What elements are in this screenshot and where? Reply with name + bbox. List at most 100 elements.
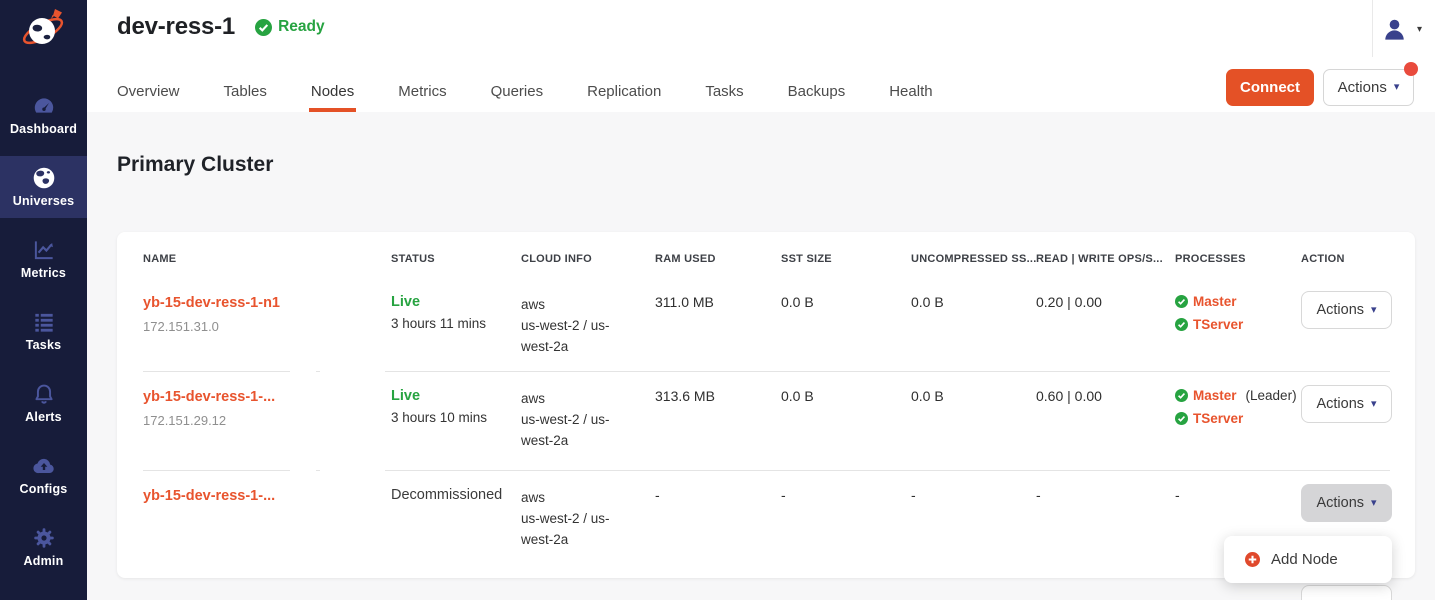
read-write-ops-value: - <box>1036 487 1175 503</box>
process-master-link[interactable]: Master <box>1193 388 1237 403</box>
sidebar-item-universes[interactable]: Universes <box>0 156 87 218</box>
node-name-link[interactable]: yb-15-dev-ress-1-... <box>143 488 275 504</box>
nodes-page: Primary Cluster NAME STATUS CLOUD INFO R… <box>87 112 1435 600</box>
column-header-action: ACTION <box>1301 253 1390 265</box>
universe-actions-button[interactable]: Actions ▾ <box>1323 69 1414 106</box>
node-actions-dropdown: Add Node <box>1224 536 1392 583</box>
sidebar-item-dashboard[interactable]: Dashboard <box>0 84 87 146</box>
dropdown-item-add-node[interactable]: Add Node <box>1224 551 1392 568</box>
ram-used-value: 311.0 MB <box>655 294 781 310</box>
tab-queries[interactable]: Queries <box>491 70 544 112</box>
tab-tasks[interactable]: Tasks <box>705 70 743 112</box>
header-divider <box>1372 0 1373 57</box>
tab-overview[interactable]: Overview <box>117 70 180 112</box>
chevron-down-icon: ▾ <box>1371 399 1377 410</box>
cloud-zone: us-west-2 / us-west-2a <box>521 409 629 451</box>
notification-dot <box>1404 62 1418 76</box>
node-actions-label: Actions <box>1316 495 1364 511</box>
table-row: yb-15-dev-ress-1-n1 172.151.31.0 Live 3 … <box>117 278 1415 371</box>
node-actions-button[interactable]: Actions ▾ <box>1301 291 1392 329</box>
column-header-processes: PROCESSES <box>1175 253 1301 265</box>
section-title: Primary Cluster <box>117 153 273 177</box>
tab-metrics[interactable]: Metrics <box>398 70 446 112</box>
sidebar-item-label: Dashboard <box>0 122 87 136</box>
page-title: dev-ress-1 <box>117 13 235 41</box>
sidebar-item-alerts[interactable]: Alerts <box>0 372 87 434</box>
cloud-provider: aws <box>521 294 655 315</box>
table-row: yb-15-dev-ress-1-... Decommissioned aws … <box>117 471 1415 576</box>
process-master-link[interactable]: Master <box>1193 294 1237 309</box>
node-status: Live <box>391 294 521 310</box>
gear-icon <box>31 525 57 551</box>
sst-size-value: 0.0 B <box>781 294 911 310</box>
chart-icon <box>31 237 57 263</box>
node-ip: 172.151.31.0 <box>143 319 391 334</box>
process-tserver-link[interactable]: TServer <box>1193 411 1243 426</box>
ram-used-value: 313.6 MB <box>655 388 781 404</box>
bell-icon <box>31 381 57 407</box>
sidebar-item-label: Alerts <box>0 410 87 424</box>
sidebar-item-tasks[interactable]: Tasks <box>0 300 87 362</box>
node-ip: 172.151.29.12 <box>143 413 391 428</box>
column-header-status: STATUS <box>391 253 521 265</box>
sidebar-item-label: Admin <box>0 554 87 568</box>
cloud-provider: aws <box>521 487 655 508</box>
node-actions-button-open[interactable]: Actions ▾ <box>1301 484 1392 522</box>
sidebar-item-admin[interactable]: Admin <box>0 516 87 578</box>
node-uptime: 3 hours 11 mins <box>391 316 521 331</box>
check-circle-icon <box>255 19 272 36</box>
status-badge: Ready <box>255 18 325 36</box>
tab-health[interactable]: Health <box>889 70 932 112</box>
plus-circle-icon <box>1245 552 1260 567</box>
sidebar-item-configs[interactable]: Configs <box>0 444 87 506</box>
node-actions-button[interactable]: Actions ▾ <box>1301 385 1392 423</box>
check-circle-icon <box>1175 412 1188 425</box>
node-actions-label: Actions <box>1316 396 1364 412</box>
globe-icon <box>31 165 57 191</box>
app-logo[interactable] <box>0 0 87 62</box>
column-header-sst-size: SST SIZE <box>781 253 911 265</box>
list-icon <box>31 309 57 335</box>
cloud-upload-icon <box>31 453 57 479</box>
processes-cell: Master (Leader) TServer <box>1175 388 1301 434</box>
user-menu[interactable]: ▾ <box>1381 16 1422 43</box>
gauge-icon <box>31 93 57 119</box>
column-header-ram-used: RAM USED <box>655 253 781 265</box>
ram-used-value: - <box>655 487 781 503</box>
check-circle-icon <box>1175 295 1188 308</box>
chevron-down-icon: ▾ <box>1371 305 1377 316</box>
connect-button[interactable]: Connect <box>1226 69 1314 106</box>
table-row: yb-15-dev-ress-1-... 172.151.29.12 Live … <box>117 372 1415 470</box>
tab-tables[interactable]: Tables <box>224 70 267 112</box>
column-header-cloud-info: CLOUD INFO <box>521 253 655 265</box>
column-header-uncompressed-sst: UNCOMPRESSED SS... <box>911 253 1036 265</box>
universe-header: dev-ress-1 Ready ▾ Overview Tables Nodes… <box>87 0 1435 112</box>
cloud-zone: us-west-2 / us-west-2a <box>521 315 629 357</box>
node-status: Live <box>391 388 521 404</box>
process-tserver-link[interactable]: TServer <box>1193 317 1243 332</box>
sst-size-value: - <box>781 487 911 503</box>
obscured-button-fragment <box>1301 585 1392 600</box>
status-badge-label: Ready <box>278 18 325 36</box>
sidebar: Dashboard Universes Metrics Tasks <box>0 0 87 600</box>
node-name-link[interactable]: yb-15-dev-ress-1-... <box>143 389 275 405</box>
sidebar-item-label: Configs <box>0 482 87 496</box>
sidebar-item-metrics[interactable]: Metrics <box>0 228 87 290</box>
sidebar-item-label: Tasks <box>0 338 87 352</box>
check-circle-icon <box>1175 389 1188 402</box>
processes-cell: - <box>1175 487 1301 503</box>
nodes-table-card: NAME STATUS CLOUD INFO RAM USED SST SIZE… <box>117 232 1415 578</box>
sst-size-value: 0.0 B <box>781 388 911 404</box>
sidebar-item-label: Metrics <box>0 266 87 280</box>
user-avatar-icon <box>1381 16 1408 43</box>
node-uptime: 3 hours 10 mins <box>391 410 521 425</box>
tab-nodes[interactable]: Nodes <box>311 70 354 112</box>
node-name-link[interactable]: yb-15-dev-ress-1-n1 <box>143 295 280 311</box>
dropdown-item-label: Add Node <box>1271 551 1338 568</box>
tab-backups[interactable]: Backups <box>788 70 846 112</box>
tab-replication[interactable]: Replication <box>587 70 661 112</box>
chevron-down-icon: ▾ <box>1417 25 1422 35</box>
read-write-ops-value: 0.20 | 0.00 <box>1036 294 1175 310</box>
column-header-name: NAME <box>143 253 391 265</box>
chevron-down-icon: ▾ <box>1371 498 1377 509</box>
